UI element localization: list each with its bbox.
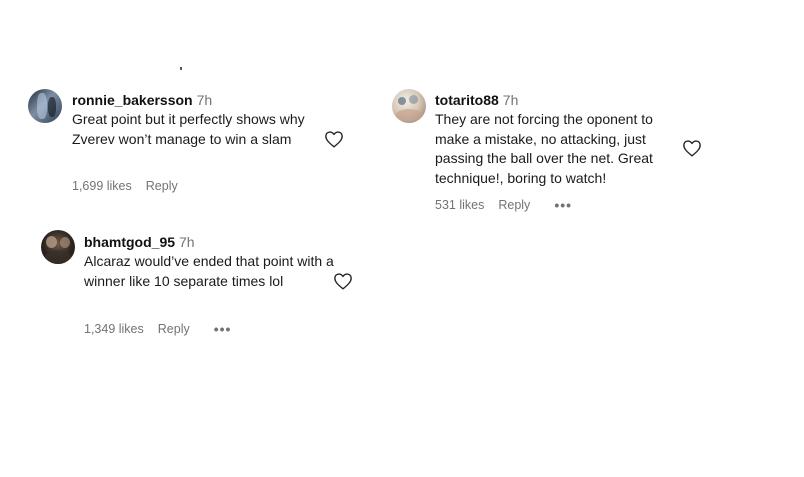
comment-totarito88: totarito88 7h They are not forcing the op… [392, 89, 722, 214]
avatar[interactable] [392, 89, 426, 123]
avatar[interactable] [28, 89, 62, 123]
comment-text: Great point but it perfectly shows why Z… [72, 111, 305, 147]
comment-meta: 1,699 likes Reply [72, 179, 178, 193]
reply-button[interactable]: Reply [146, 179, 178, 193]
heart-outline-icon[interactable] [682, 139, 702, 157]
timestamp: 7h [196, 92, 213, 108]
avatar[interactable] [41, 230, 75, 264]
heart-outline-icon[interactable] [333, 272, 353, 290]
comment-bhamtgod-95: bhamtgod_95 7h Alcaraz would’ve ended tha… [41, 230, 371, 340]
username-text[interactable]: ronnie_bakersson [72, 92, 193, 108]
heart-outline-icon[interactable] [324, 130, 344, 148]
username-text[interactable]: bhamtgod_95 [84, 234, 175, 250]
username[interactable]: ronnie_bakersson 7h [72, 91, 212, 109]
likes-count[interactable]: 1,699 likes [72, 179, 132, 193]
more-options-icon[interactable]: ••• [214, 321, 232, 337]
likes-count[interactable]: 531 likes [435, 198, 484, 212]
comment-text: They are not forcing the oponent to make… [435, 111, 653, 186]
comment-text: Alcaraz would’ve ended that point with a… [84, 253, 334, 289]
reply-button[interactable]: Reply [498, 198, 530, 212]
username-text[interactable]: totarito88 [435, 92, 499, 108]
timestamp: 7h [502, 92, 519, 108]
reply-button[interactable]: Reply [158, 322, 190, 336]
stray-dot [180, 67, 182, 70]
likes-count[interactable]: 1,349 likes [84, 322, 144, 336]
comment-ronnie-bakersson: ronnie_bakersson 7h Great point but it pe… [28, 89, 358, 199]
username[interactable]: totarito88 7h [435, 91, 518, 109]
timestamp: 7h [179, 234, 195, 250]
comment-meta: 531 likes Reply ••• [435, 197, 572, 213]
username[interactable]: bhamtgod_95 7h [84, 233, 195, 251]
more-options-icon[interactable]: ••• [554, 197, 572, 213]
comment-meta: 1,349 likes Reply ••• [84, 321, 231, 337]
